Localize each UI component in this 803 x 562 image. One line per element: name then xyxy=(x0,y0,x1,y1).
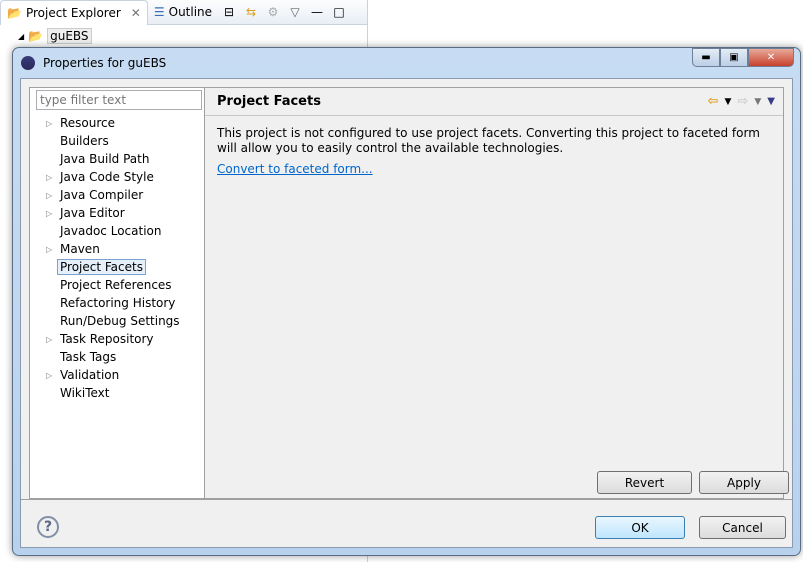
revert-button[interactable]: Revert xyxy=(597,471,692,494)
filter-input[interactable] xyxy=(36,90,202,110)
tree-item[interactable]: WikiText xyxy=(30,384,180,402)
tree-item[interactable]: ▷ Task Repository xyxy=(30,330,180,348)
expand-arrow-icon[interactable]: ▷ xyxy=(46,209,52,218)
tree-item[interactable]: ▷ Validation xyxy=(30,366,180,384)
gear-icon[interactable]: ⚙ xyxy=(265,4,281,20)
tree-item-label: Refactoring History xyxy=(60,296,176,310)
tree-item-label: Project Facets xyxy=(57,259,146,275)
help-icon[interactable]: ? xyxy=(37,516,59,538)
tree-item-label: Validation xyxy=(60,368,120,382)
tree-item-label: Java Code Style xyxy=(60,170,154,184)
back-arrow-icon[interactable]: ⇦ xyxy=(708,94,719,109)
tab-label: Project Explorer xyxy=(25,5,121,20)
ok-button[interactable]: OK xyxy=(595,516,685,539)
tree-item[interactable]: ▷ Maven xyxy=(30,240,180,258)
close-icon[interactable]: ✕ xyxy=(131,6,141,20)
expanded-arrow-icon: ◢ xyxy=(18,31,25,41)
view-menu-icon[interactable]: ▼ xyxy=(767,96,775,107)
page-panel: Project Facets ⇦ ▼ ⇨ ▼ ▼ This project is… xyxy=(205,87,789,499)
tab-label: Outline xyxy=(168,5,213,19)
maximize-icon[interactable]: □ xyxy=(331,4,347,20)
expand-arrow-icon[interactable]: ▷ xyxy=(46,119,52,128)
tree-item-label: Project References xyxy=(60,278,172,292)
expand-arrow-icon[interactable]: ▷ xyxy=(46,245,52,254)
tree-item[interactable]: Refactoring History xyxy=(30,294,180,312)
restore-button[interactable]: ▣ xyxy=(720,48,748,67)
tree-item-label: Java Editor xyxy=(60,206,125,220)
tab-project-explorer[interactable]: 📂 Project Explorer ✕ xyxy=(0,0,148,25)
preference-tree-panel: ▷ Resource Builders Java Build Path ▷ Java Co… xyxy=(29,87,205,499)
dialog-body: ▷ Resource Builders Java Build Path ▷ Java Co… xyxy=(20,78,793,548)
link-with-editor-icon[interactable]: ⇆ xyxy=(243,4,259,20)
expand-arrow-icon[interactable]: ▷ xyxy=(46,191,52,200)
tree-item-label: Run/Debug Settings xyxy=(60,314,180,328)
tree-item[interactable]: ▷ Java Compiler xyxy=(30,186,180,204)
tree-item-label: Task Tags xyxy=(60,350,117,364)
tree-item-label: Maven xyxy=(60,242,100,256)
dialog-title: Properties for guEBS xyxy=(43,56,167,70)
preference-tree: ▷ Resource Builders Java Build Path ▷ Java Co… xyxy=(30,114,180,402)
tree-item[interactable]: Project Facets xyxy=(30,258,180,276)
page-description: This project is not configured to use pr… xyxy=(217,126,760,155)
tree-item[interactable]: Java Build Path xyxy=(30,150,180,168)
cancel-button[interactable]: Cancel xyxy=(699,516,786,539)
back-dropdown-icon[interactable]: ▼ xyxy=(725,97,732,107)
tree-item[interactable]: Project References xyxy=(30,276,180,294)
forward-arrow-icon[interactable]: ⇨ xyxy=(737,94,748,109)
minimize-icon[interactable]: — xyxy=(309,4,325,20)
tree-item[interactable]: Run/Debug Settings xyxy=(30,312,180,330)
convert-to-faceted-form-link[interactable]: Convert to faceted form... xyxy=(217,162,771,176)
tree-item[interactable]: Builders xyxy=(30,132,180,150)
eclipse-icon xyxy=(21,56,35,70)
view-tab-bar: 📂 Project Explorer ✕ ☰ Outline ⊟ ⇆ ⚙ ▽ —… xyxy=(0,0,367,25)
minimize-button[interactable]: ▬ xyxy=(692,48,720,67)
tree-item[interactable]: ▷ Java Code Style xyxy=(30,168,180,186)
tab-outline[interactable]: ☰ Outline xyxy=(148,0,218,25)
dialog-titlebar[interactable]: Properties for guEBS xyxy=(13,48,800,78)
tree-item-label: Java Compiler xyxy=(60,188,144,202)
expand-arrow-icon[interactable]: ▷ xyxy=(46,173,52,182)
close-button[interactable]: ✕ xyxy=(748,48,794,67)
view-menu-icon[interactable]: ▽ xyxy=(287,4,303,20)
page-header: Project Facets ⇦ ▼ ⇨ ▼ ▼ xyxy=(205,88,783,116)
tree-item-label: guEBS xyxy=(47,28,92,44)
tree-item[interactable]: ▷ Java Editor xyxy=(30,204,180,222)
folder-icon: 📂 xyxy=(7,5,22,20)
tree-item[interactable]: Javadoc Location xyxy=(30,222,180,240)
tree-item-label: Resource xyxy=(60,116,116,130)
expand-arrow-icon[interactable]: ▷ xyxy=(46,371,52,380)
apply-button[interactable]: Apply xyxy=(699,471,789,494)
tree-item-label: Builders xyxy=(60,134,109,148)
maven-project-icon: 📂 xyxy=(28,29,44,43)
tree-item-guebs[interactable]: ◢ 📂 guEBS xyxy=(18,28,92,44)
tree-item-label: Task Repository xyxy=(60,332,154,346)
expand-arrow-icon[interactable]: ▷ xyxy=(46,335,52,344)
tree-item-label: WikiText xyxy=(60,386,110,400)
outline-icon: ☰ xyxy=(153,5,165,19)
separator xyxy=(21,499,792,500)
collapse-all-icon[interactable]: ⊟ xyxy=(221,4,237,20)
properties-dialog: Properties for guEBS ▬ ▣ ✕ ▷ Resource Buil… xyxy=(12,47,801,556)
page-title: Project Facets xyxy=(217,94,321,109)
tree-item[interactable]: ▷ Resource xyxy=(30,114,180,132)
tree-item-label: Java Build Path xyxy=(60,152,150,166)
tree-item-label: Javadoc Location xyxy=(60,224,162,238)
tree-item[interactable]: Task Tags xyxy=(30,348,180,366)
forward-dropdown-icon[interactable]: ▼ xyxy=(754,97,761,107)
